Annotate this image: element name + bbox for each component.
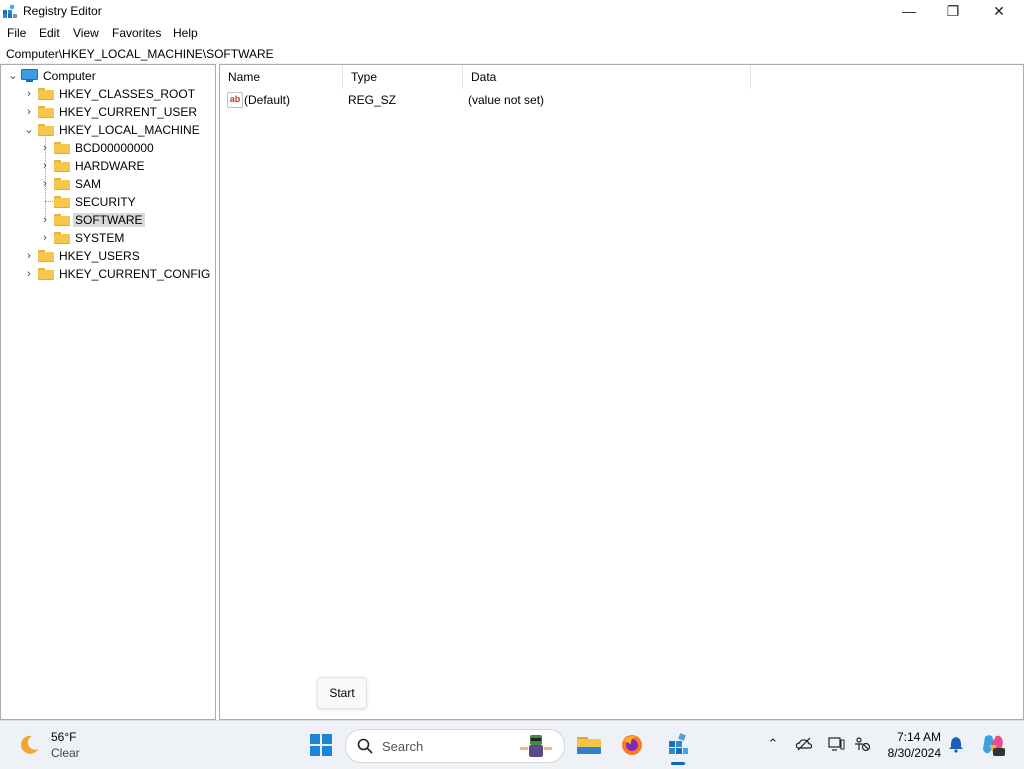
tree-node-label[interactable]: HKEY_CURRENT_USER <box>57 105 199 119</box>
tree-node-hkey-current-config[interactable]: › HKEY_CURRENT_CONFIG <box>1 265 213 283</box>
address-bar[interactable]: Computer\HKEY_LOCAL_MACHINE\SOFTWARE <box>0 44 1024 64</box>
folder-icon <box>38 250 54 262</box>
folder-icon <box>54 232 70 244</box>
chevron-right-icon[interactable]: › <box>23 247 35 265</box>
menu-file[interactable]: File <box>7 26 26 40</box>
moon-icon[interactable] <box>18 734 40 756</box>
close-button[interactable]: ✕ <box>976 0 1022 22</box>
chevron-right-icon[interactable]: › <box>39 157 51 175</box>
folder-icon <box>54 142 70 154</box>
tree-node-label[interactable]: Computer <box>41 69 98 83</box>
chevron-right-icon[interactable]: › <box>39 229 51 247</box>
tree-node-label[interactable]: SECURITY <box>73 195 138 209</box>
address-path[interactable]: Computer\HKEY_LOCAL_MACHINE\SOFTWARE <box>6 47 274 61</box>
tree-node-label[interactable]: SYSTEM <box>73 231 126 245</box>
folder-icon <box>54 196 70 208</box>
tree-node-label-selected[interactable]: SOFTWARE <box>73 213 145 227</box>
tree-node-hkey-local-machine[interactable]: ⌄ HKEY_LOCAL_MACHINE <box>1 121 213 139</box>
tree-node-bcd00000000[interactable]: › BCD00000000 <box>1 139 213 157</box>
tree-node-hkey-classes-root[interactable]: › HKEY_CLASSES_ROOT <box>1 85 213 103</box>
tree-node-label[interactable]: HKEY_CLASSES_ROOT <box>57 87 197 101</box>
tree-node-label[interactable]: HARDWARE <box>73 159 147 173</box>
weather-condition[interactable]: Clear <box>51 746 80 760</box>
taskbar-registry-editor[interactable] <box>660 727 696 763</box>
tree-node-sam[interactable]: › SAM <box>1 175 213 193</box>
value-type: REG_SZ <box>348 93 397 107</box>
menu-bar: File Edit View Favorites Help <box>0 23 1024 43</box>
start-button[interactable] <box>303 727 339 763</box>
menu-edit[interactable]: Edit <box>39 26 60 40</box>
minimize-button[interactable]: — <box>886 0 932 22</box>
string-value-icon: ab <box>227 92 243 108</box>
chevron-right-icon[interactable]: › <box>39 175 51 193</box>
tree-node-hkey-current-user[interactable]: › HKEY_CURRENT_USER <box>1 103 213 121</box>
tree-node-security[interactable]: SECURITY <box>1 193 213 211</box>
tree-node-computer[interactable]: ⌄ Computer <box>1 67 213 85</box>
tree-node-hardware[interactable]: › HARDWARE <box>1 157 213 175</box>
start-tooltip: Start <box>317 677 367 709</box>
column-header-data[interactable]: Data <box>463 65 751 89</box>
active-app-indicator <box>671 762 685 765</box>
search-label[interactable]: Search <box>382 739 423 754</box>
chevron-down-icon[interactable]: ⌄ <box>7 67 19 85</box>
taskbar-firefox[interactable] <box>614 727 650 763</box>
folder-icon <box>38 106 54 118</box>
values-list-pane[interactable]: Name Type Data ab (Default) REG_SZ (valu… <box>219 64 1024 720</box>
file-explorer-icon <box>577 737 601 754</box>
maximize-button[interactable]: ❐ <box>930 0 976 22</box>
firefox-icon <box>622 735 642 755</box>
tree-node-system[interactable]: › SYSTEM <box>1 229 213 247</box>
start-icon <box>310 734 332 756</box>
folder-icon <box>38 268 54 280</box>
chevron-right-icon[interactable]: › <box>23 85 35 103</box>
taskbar-search-box[interactable]: Search <box>345 729 565 763</box>
taskbar-file-explorer[interactable] <box>571 727 607 763</box>
window-title: Registry Editor <box>23 4 102 18</box>
chevron-right-icon[interactable]: › <box>23 103 35 121</box>
menu-help[interactable]: Help <box>173 26 198 40</box>
tree-node-hkey-users[interactable]: › HKEY_USERS <box>1 247 213 265</box>
value-data: (value not set) <box>468 93 545 107</box>
chevron-up-icon[interactable]: ⌃ <box>764 735 782 753</box>
network-icon[interactable] <box>827 735 845 753</box>
registry-editor-icon <box>669 733 688 754</box>
clock-date[interactable]: 8/30/2024 <box>883 746 941 760</box>
folder-icon <box>54 160 70 172</box>
tree-node-label[interactable]: HKEY_USERS <box>57 249 142 263</box>
onedrive-icon[interactable] <box>795 735 813 753</box>
tree-node-software[interactable]: › SOFTWARE <box>1 211 213 229</box>
chevron-right-icon[interactable]: › <box>39 211 51 229</box>
key-tree-pane[interactable]: ⌄ Computer › HKEY_CLASSES_ROOT › HKEY_CU… <box>0 64 216 720</box>
registry-editor-icon <box>3 4 17 18</box>
tree-node-label[interactable]: HKEY_LOCAL_MACHINE <box>57 123 202 137</box>
notification-bell-icon[interactable] <box>947 735 965 753</box>
column-header-name[interactable]: Name <box>220 65 343 89</box>
chevron-right-icon[interactable]: › <box>23 265 35 283</box>
search-highlight-illustration-icon <box>520 735 552 757</box>
folder-icon <box>54 214 70 226</box>
chevron-right-icon[interactable]: › <box>39 139 51 157</box>
folder-open-icon <box>38 124 54 136</box>
title-bar: Registry Editor — ❐ ✕ <box>0 0 1024 22</box>
value-row[interactable]: ab (Default) REG_SZ (value not set) <box>220 91 1020 109</box>
computer-icon <box>21 69 38 82</box>
tree-node-label[interactable]: BCD00000000 <box>73 141 156 155</box>
clock-time[interactable]: 7:14 AM <box>883 730 941 744</box>
accessibility-icon[interactable] <box>853 735 871 753</box>
copilot-icon[interactable] <box>980 733 1006 757</box>
folder-icon <box>54 178 70 190</box>
menu-view[interactable]: View <box>73 26 99 40</box>
tree-node-label[interactable]: SAM <box>73 177 103 191</box>
column-header-type[interactable]: Type <box>343 65 463 89</box>
chevron-down-icon[interactable]: ⌄ <box>23 121 35 139</box>
menu-favorites[interactable]: Favorites <box>112 26 161 40</box>
folder-icon <box>38 88 54 100</box>
search-icon <box>357 738 373 754</box>
tree-node-label[interactable]: HKEY_CURRENT_CONFIG <box>57 267 212 281</box>
value-name[interactable]: (Default) <box>244 93 290 107</box>
taskbar: 56°F Clear Search ⌃ 7:14 AM 8/30/2024 <box>0 720 1024 769</box>
weather-temperature[interactable]: 56°F <box>51 730 76 744</box>
